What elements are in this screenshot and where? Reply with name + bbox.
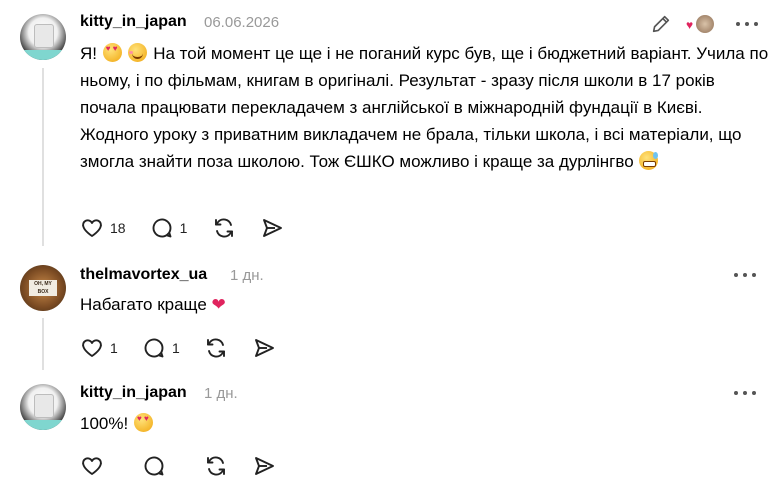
red-heart-emoji-icon: ❤ [211,295,226,314]
speech-bubble-icon [144,338,164,358]
heart-outline-icon [82,219,102,237]
post-actions: 18 1 [80,216,308,240]
more-options-ellipsis-icon[interactable] [734,272,756,278]
grinning-sweat-emoji-icon [639,151,659,170]
post-text: 100%! [80,410,770,437]
timestamp[interactable]: 1 дн. [204,385,238,402]
heart-eyes-emoji-icon [102,43,122,62]
post-actions: 1 1 [80,336,300,360]
thread-connector-line [42,68,44,246]
username[interactable]: thelmavortex_ua [80,266,207,284]
speech-bubble-icon [144,456,164,476]
timestamp[interactable]: 06.06.2026 [204,14,279,31]
send-paper-plane-icon [255,457,274,475]
like-button[interactable]: 18 [80,216,126,240]
like-button[interactable]: 1 [80,336,118,360]
username[interactable]: kitty_in_japan [80,384,187,402]
like-button[interactable] [80,454,118,478]
heart-badge-icon: ♥ [686,18,694,32]
liked-by-author-avatar[interactable]: ♥ [686,13,714,35]
repost-button[interactable] [204,454,228,478]
repost-arrows-icon [214,218,233,238]
send-paper-plane-icon [255,339,274,357]
like-count: 18 [110,220,126,236]
share-button[interactable] [252,454,276,478]
heart-outline-icon [82,339,102,357]
send-paper-plane-icon [262,219,282,237]
pencil-icon[interactable] [650,13,672,35]
reply-count: 1 [172,340,180,356]
post-actions [80,454,300,478]
more-options-ellipsis-icon[interactable] [736,21,758,27]
repost-arrows-icon [207,338,225,358]
timestamp[interactable]: 1 дн. [230,267,264,284]
speech-bubble-icon [152,218,172,238]
share-button[interactable] [260,216,284,240]
post-top-icons: ♥ [650,13,758,35]
reply-button[interactable]: 1 [150,216,188,240]
username[interactable]: kitty_in_japan [80,13,187,31]
heart-outline-icon [82,457,102,475]
avatar[interactable] [20,384,66,430]
reply-button[interactable]: 1 [142,336,180,360]
reply-count: 1 [179,220,188,236]
smiling-hearts-emoji-icon [128,43,148,62]
post-text: Набагато краще ❤ [80,295,226,314]
more-options-ellipsis-icon[interactable] [734,390,756,396]
share-button[interactable] [252,336,276,360]
thread-connector-line [42,318,44,370]
repost-button[interactable] [212,216,236,240]
heart-eyes-emoji-icon [133,413,153,432]
avatar[interactable] [20,265,66,311]
reply-button[interactable] [142,454,180,478]
post-text: Я! На той момент це ще і не поганий курс… [80,40,770,175]
repost-button[interactable] [204,336,228,360]
avatar[interactable] [20,14,66,60]
repost-arrows-icon [207,456,225,476]
like-count: 1 [110,340,118,356]
